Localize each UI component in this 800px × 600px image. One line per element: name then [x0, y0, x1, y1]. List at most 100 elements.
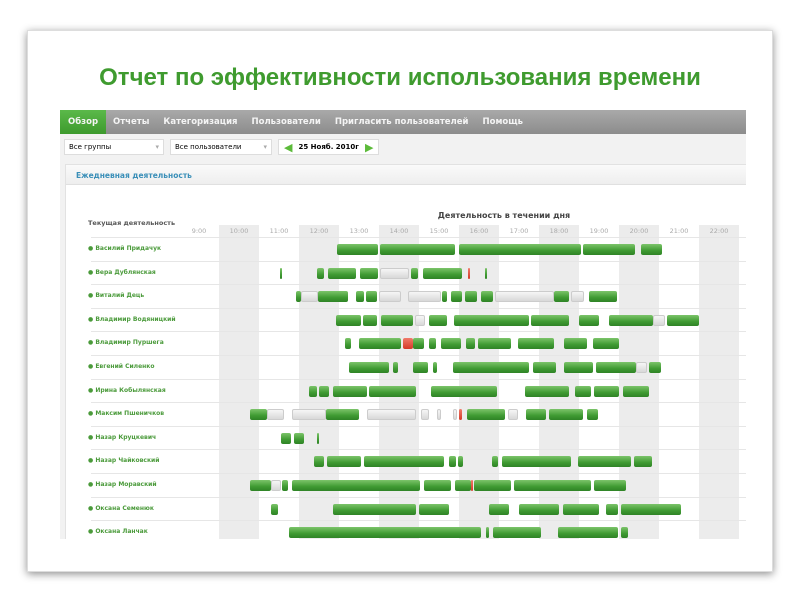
activity-bar[interactable]	[518, 338, 555, 350]
activity-bar[interactable]	[424, 480, 451, 491]
alert-bar[interactable]	[468, 267, 471, 279]
activity-bar[interactable]	[564, 362, 593, 373]
activity-bar[interactable]	[429, 338, 437, 350]
user-name-link[interactable]: ● Владимир Водяницкий	[88, 316, 176, 323]
activity-bar[interactable]	[326, 409, 359, 421]
nav-tab-5[interactable]: Помощь	[475, 110, 530, 134]
activity-bar[interactable]	[363, 314, 377, 326]
activity-bar[interactable]	[478, 338, 511, 350]
activity-bar[interactable]	[327, 456, 361, 468]
activity-bar[interactable]	[649, 362, 661, 373]
activity-bar[interactable]	[319, 385, 329, 397]
activity-bar[interactable]	[493, 527, 541, 539]
idle-bar[interactable]	[636, 362, 647, 373]
activity-bar[interactable]	[623, 385, 649, 397]
group-select[interactable]: Все группы ▾	[64, 139, 164, 155]
activity-bar[interactable]	[294, 432, 305, 444]
activity-bar[interactable]	[328, 267, 357, 279]
activity-bar[interactable]	[359, 338, 401, 350]
activity-bar[interactable]	[594, 480, 627, 491]
user-name-link[interactable]: ● Назар Круцкевич	[88, 434, 156, 441]
activity-bar[interactable]	[336, 314, 361, 326]
activity-bar[interactable]	[250, 480, 271, 491]
activity-bar[interactable]	[413, 362, 429, 373]
idle-bar[interactable]	[367, 409, 417, 421]
idle-bar[interactable]	[415, 314, 425, 326]
alert-bar[interactable]	[459, 409, 463, 421]
nav-tab-3[interactable]: Пользователи	[245, 110, 328, 134]
activity-bar[interactable]	[621, 527, 629, 539]
activity-bar[interactable]	[502, 456, 571, 468]
activity-bar[interactable]	[579, 314, 599, 326]
activity-bar[interactable]	[481, 291, 493, 303]
idle-bar[interactable]	[380, 267, 409, 279]
activity-bar[interactable]	[486, 527, 489, 539]
idle-bar[interactable]	[379, 291, 401, 303]
activity-bar[interactable]	[431, 385, 497, 397]
activity-bar[interactable]	[519, 503, 559, 515]
activity-bar[interactable]	[271, 503, 279, 515]
idle-bar[interactable]	[571, 291, 585, 303]
activity-bar[interactable]	[441, 338, 461, 350]
activity-bar[interactable]	[453, 362, 529, 373]
user-name-link[interactable]: ● Оксана Ланчак	[88, 528, 148, 535]
nav-tab-4[interactable]: Пригласить пользователей	[328, 110, 476, 134]
alert-bar[interactable]	[471, 480, 473, 491]
activity-bar[interactable]	[474, 480, 511, 491]
activity-bar[interactable]	[317, 432, 319, 444]
idle-bar[interactable]	[453, 409, 457, 421]
activity-bar[interactable]	[564, 338, 587, 350]
nav-tab-1[interactable]: Отчеты	[106, 110, 156, 134]
prev-day-arrow-icon[interactable]: ◀	[284, 141, 292, 154]
activity-bar[interactable]	[578, 456, 631, 468]
activity-bar[interactable]	[442, 291, 447, 303]
idle-bar[interactable]	[508, 409, 519, 421]
activity-bar[interactable]	[380, 244, 455, 255]
activity-bar[interactable]	[489, 503, 509, 515]
activity-bar[interactable]	[455, 480, 471, 491]
activity-bar[interactable]	[309, 385, 317, 397]
user-name-link[interactable]: ● Владимир Пуршега	[88, 339, 164, 346]
nav-tab-0[interactable]: Обзор	[60, 110, 107, 134]
idle-bar[interactable]	[408, 291, 441, 303]
activity-bar[interactable]	[451, 291, 463, 303]
activity-bar[interactable]	[454, 314, 529, 326]
idle-bar[interactable]	[267, 409, 285, 421]
activity-bar[interactable]	[317, 267, 325, 279]
idle-bar[interactable]	[292, 409, 327, 421]
activity-bar[interactable]	[333, 385, 367, 397]
user-name-link[interactable]: ● Оксана Семенюк	[88, 505, 154, 512]
alert-bar[interactable]	[403, 338, 413, 350]
activity-bar[interactable]	[292, 480, 421, 491]
next-day-arrow-icon[interactable]: ▶	[365, 141, 373, 154]
idle-bar[interactable]	[653, 314, 665, 326]
idle-bar[interactable]	[495, 291, 555, 303]
activity-bar[interactable]	[423, 267, 463, 279]
activity-bar[interactable]	[282, 480, 289, 491]
nav-tab-2[interactable]: Категоризация	[156, 110, 244, 134]
activity-bar[interactable]	[609, 314, 653, 326]
activity-bar[interactable]	[280, 267, 283, 279]
idle-bar[interactable]	[437, 409, 441, 421]
user-name-link[interactable]: ● Вера Дублянская	[88, 269, 156, 276]
activity-bar[interactable]	[318, 291, 349, 303]
activity-bar[interactable]	[558, 527, 619, 539]
activity-bar[interactable]	[449, 456, 457, 468]
activity-bar[interactable]	[314, 456, 325, 468]
user-select[interactable]: Все пользователи ▾	[170, 139, 272, 155]
activity-bar[interactable]	[360, 267, 379, 279]
activity-bar[interactable]	[429, 314, 447, 326]
activity-bar[interactable]	[364, 456, 445, 468]
activity-bar[interactable]	[621, 503, 681, 515]
activity-bar[interactable]	[634, 456, 653, 468]
activity-bar[interactable]	[465, 291, 477, 303]
activity-bar[interactable]	[333, 503, 417, 515]
activity-bar[interactable]	[641, 244, 663, 255]
user-name-link[interactable]: ● Евгений Силенко	[88, 363, 154, 370]
activity-bar[interactable]	[549, 409, 583, 421]
activity-bar[interactable]	[419, 503, 449, 515]
activity-bar[interactable]	[554, 291, 569, 303]
activity-bar[interactable]	[381, 314, 413, 326]
idle-bar[interactable]	[421, 409, 429, 421]
activity-bar[interactable]	[356, 291, 365, 303]
